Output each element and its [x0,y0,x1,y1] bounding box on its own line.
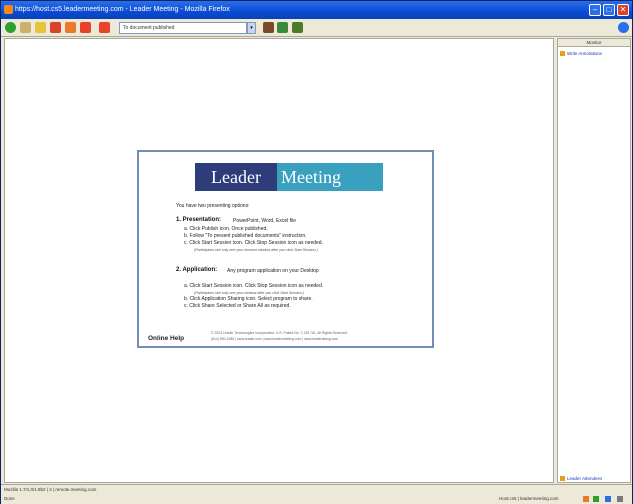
home-icon[interactable] [263,22,274,33]
intro-text: You have two presenting options: [176,203,250,209]
status-bar: Mozilla 1.7/1.0/1.8b2 | 2 | remote.meeti… [1,484,632,504]
option1-step-b: b. Follow "To present published document… [184,233,307,239]
prev-icon[interactable] [65,22,76,33]
presenter-options-panel: Leader Meeting You have two presenting o… [137,150,434,348]
back-icon[interactable] [5,22,16,33]
sidebar-panel: Monitor Write Annotations Leader Attende… [557,38,631,483]
security-icon [583,496,589,502]
leader-meeting-logo: Leader Meeting [195,163,383,191]
option2-step-c: c. Click Share Selected or Share All as … [184,303,291,309]
help-icon[interactable] [618,22,629,33]
people-icon [560,476,565,481]
status-left-top: Mozilla 1.7/1.0/1.8b2 | 2 | remote.meeti… [4,487,97,492]
forward-icon[interactable] [20,22,31,33]
refresh-icon[interactable] [292,22,303,33]
status-left-bottom: Done [4,496,15,501]
option2-step-b: b. Click Application Sharing icon. Selec… [184,296,313,302]
online-help-link[interactable]: Online Help [148,335,184,342]
option1-step-a: a. Click Publish icon. Once published, [184,226,268,232]
option2-title: 2. Application: [176,267,218,273]
next-icon[interactable] [80,22,91,33]
option1-note: (Participants see only one your browser … [194,248,318,252]
network-icon [593,496,599,502]
chevron-down-icon[interactable]: ▾ [247,22,256,34]
title-bar: https://host.cs5.leadermeeting.com - Lea… [1,1,632,19]
copyright-line-2: (614) 890-1986 | www.leader.com | www.le… [211,337,339,341]
option2-step-a: a. Click Start Session icon. Click Stop … [184,283,324,289]
sidebar-item-attendees[interactable]: Leader Attendees [560,476,602,481]
firefox-icon [4,5,13,14]
bookmark-icon[interactable] [50,22,61,33]
navigation-toolbar [1,19,632,37]
close-icon[interactable]: ✕ [617,4,629,16]
info-icon [605,496,611,502]
print-icon[interactable] [99,22,110,33]
option1-desc: PowerPoint, Word, Excel file [233,218,296,224]
copyright-line-1: © 2003 Leader Technologies Incorporated.… [211,331,349,335]
resize-grip-icon[interactable] [617,496,623,502]
sidebar-item-annotations[interactable]: Write Annotations [560,51,602,56]
minimize-icon[interactable]: – [589,4,601,16]
status-right: Host:cs5 | leadermeeting.com [499,496,559,501]
address-bar[interactable]: To document published [119,22,247,34]
annotation-icon [560,51,565,56]
option1-title: 1. Presentation: [176,217,222,223]
maximize-icon[interactable]: □ [603,4,615,16]
option2-desc: Any program application on your Desktop [227,268,319,274]
search-icon[interactable] [35,22,46,33]
window-title: https://host.cs5.leadermeeting.com - Lea… [15,6,230,13]
option1-step-c: c. Click Start Session icon. Click Stop … [184,240,323,246]
tools-icon[interactable] [277,22,288,33]
browser-window: https://host.cs5.leadermeeting.com - Lea… [0,0,633,504]
sidebar-header: Monitor [558,39,630,47]
